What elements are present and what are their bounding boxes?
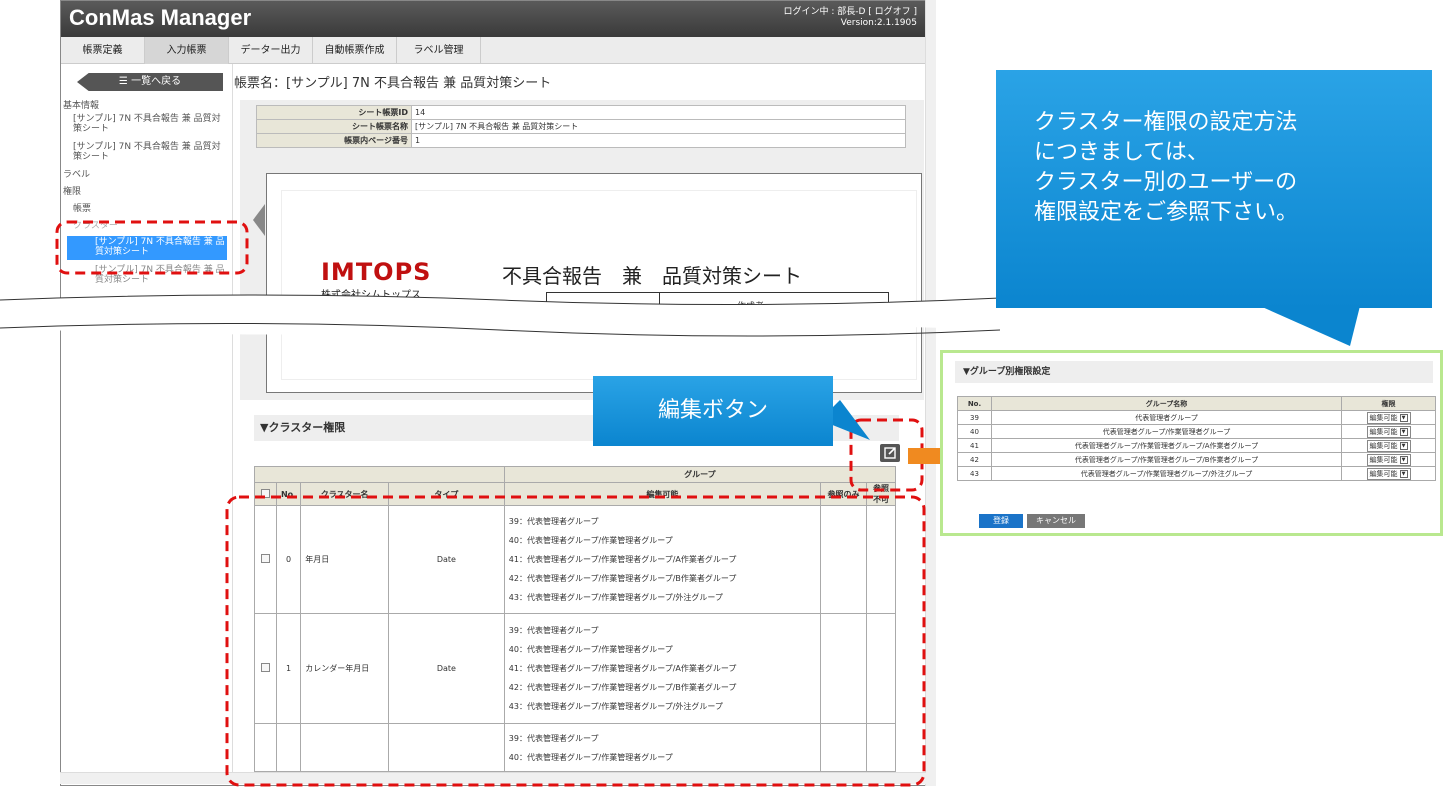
chevron-down-icon: ▼ xyxy=(1399,469,1408,478)
permission-select[interactable]: 編集可能 ▼ xyxy=(1366,453,1411,466)
col-permission: 権限 xyxy=(1341,396,1436,411)
callout-line: クラスター権限の設定方法 xyxy=(1034,110,1298,135)
chevron-down-icon: ▼ xyxy=(1399,413,1408,422)
permission-value: 編集可能 xyxy=(1369,441,1398,450)
permission-select[interactable]: 編集可能 ▼ xyxy=(1366,467,1411,480)
callout-line: につきましては、 xyxy=(1034,140,1209,165)
table-row: 41 代表管理者グループ/作業管理者グループ/A作業者グループ 編集可能 ▼ xyxy=(957,438,1436,453)
permission-select[interactable]: 編集可能 ▼ xyxy=(1366,411,1411,424)
callout-tail xyxy=(1260,306,1360,346)
callout-line: クラスター別のユーザーの xyxy=(1034,170,1298,195)
group-permission-table: No. グループ名称 権限 39 代表管理者グループ 編集可能 ▼ 40 代表管理… xyxy=(957,396,1436,481)
cell-no: 42 xyxy=(957,452,992,467)
permission-value: 編集可能 xyxy=(1369,413,1398,422)
permission-select[interactable]: 編集可能 ▼ xyxy=(1366,439,1411,452)
table-highlight xyxy=(225,495,926,787)
sidebar-highlight xyxy=(55,220,249,275)
register-button[interactable]: 登録 xyxy=(979,514,1023,528)
chevron-down-icon: ▼ xyxy=(1399,427,1408,436)
group-permission-panel: ▼グループ別権限設定 No. グループ名称 権限 39 代表管理者グループ 編集… xyxy=(940,350,1443,536)
cell-no: 43 xyxy=(957,466,992,481)
cell-no: 39 xyxy=(957,410,992,425)
callout-line: 権限設定をご参照下さい。 xyxy=(1034,200,1299,225)
table-row: 42 代表管理者グループ/作業管理者グループ/B作業者グループ 編集可能 ▼ xyxy=(957,452,1436,467)
permission-value: 編集可能 xyxy=(1369,427,1398,436)
table-header-row: No. グループ名称 権限 xyxy=(957,396,1436,411)
callout-edit-button: 編集ボタン xyxy=(593,376,833,446)
cell-group-name: 代表管理者グループ/作業管理者グループ/A作業者グループ xyxy=(991,438,1342,453)
permission-select[interactable]: 編集可能 ▼ xyxy=(1366,425,1411,438)
cell-group-name: 代表管理者グループ xyxy=(991,410,1342,425)
permission-value: 編集可能 xyxy=(1369,469,1398,478)
cancel-button[interactable]: キャンセル xyxy=(1027,514,1085,528)
chevron-down-icon: ▼ xyxy=(1399,455,1408,464)
cell-no: 41 xyxy=(957,438,992,453)
cell-group-name: 代表管理者グループ/作業管理者グループ/B作業者グループ xyxy=(991,452,1342,467)
callout-cluster-permission: クラスター権限の設定方法 につきましては、 クラスター別のユーザーの 権限設定を… xyxy=(996,70,1432,308)
table-row: 43 代表管理者グループ/作業管理者グループ/外注グループ 編集可能 ▼ xyxy=(957,466,1436,481)
cell-no: 40 xyxy=(957,424,992,439)
permission-value: 編集可能 xyxy=(1369,455,1398,464)
chevron-down-icon: ▼ xyxy=(1399,441,1408,450)
table-row: 39 代表管理者グループ 編集可能 ▼ xyxy=(957,410,1436,425)
cell-group-name: 代表管理者グループ/作業管理者グループ xyxy=(991,424,1342,439)
col-no: No. xyxy=(957,396,992,411)
cell-group-name: 代表管理者グループ/作業管理者グループ/外注グループ xyxy=(991,466,1342,481)
table-row: 40 代表管理者グループ/作業管理者グループ 編集可能 ▼ xyxy=(957,424,1436,439)
col-group-name: グループ名称 xyxy=(991,396,1342,411)
group-permission-heading: ▼グループ別権限設定 xyxy=(955,361,1433,383)
